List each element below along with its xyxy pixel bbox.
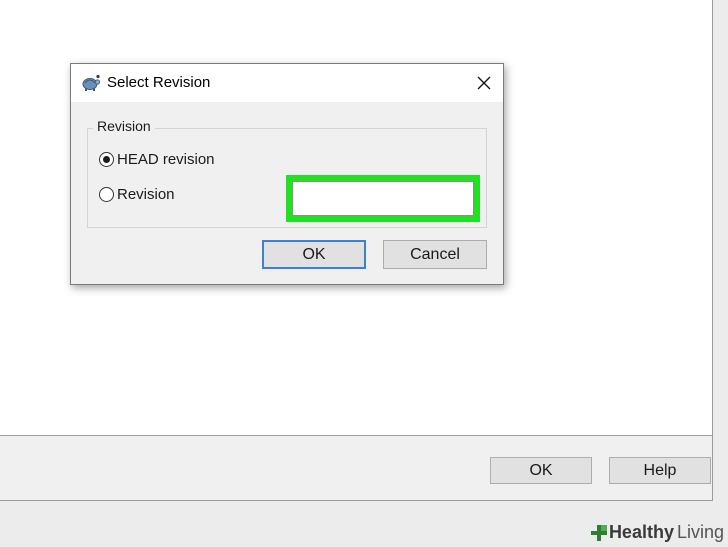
logo-text-light: Living [676, 522, 724, 542]
parent-ok-button[interactable]: OK [490, 457, 592, 484]
dialog-titlebar: Select Revision [71, 64, 503, 102]
tortoise-icon [81, 74, 101, 92]
cancel-button[interactable]: Cancel [383, 240, 487, 269]
parent-help-button[interactable]: Help [609, 457, 711, 484]
head-revision-radio[interactable] [99, 152, 114, 167]
specific-revision-option[interactable]: Revision [99, 186, 175, 203]
revision-group-label: Revision [93, 118, 155, 134]
select-revision-dialog: Select Revision Revision HEAD revision R… [70, 63, 504, 285]
specific-revision-radio[interactable] [99, 187, 114, 202]
ok-button[interactable]: OK [262, 240, 366, 269]
revision-input[interactable] [292, 181, 474, 216]
close-icon [477, 76, 491, 90]
logo-text-bold: Healthy [608, 522, 674, 542]
healthy-living-logo: Healthy Living [590, 522, 724, 543]
plus-logo-icon [590, 524, 608, 542]
dialog-title: Select Revision [107, 74, 211, 91]
revision-input-highlight [286, 175, 480, 222]
close-button[interactable] [471, 70, 497, 96]
head-revision-option[interactable]: HEAD revision [99, 151, 215, 168]
specific-revision-label: Revision [117, 186, 175, 203]
head-revision-label: HEAD revision [117, 151, 215, 168]
